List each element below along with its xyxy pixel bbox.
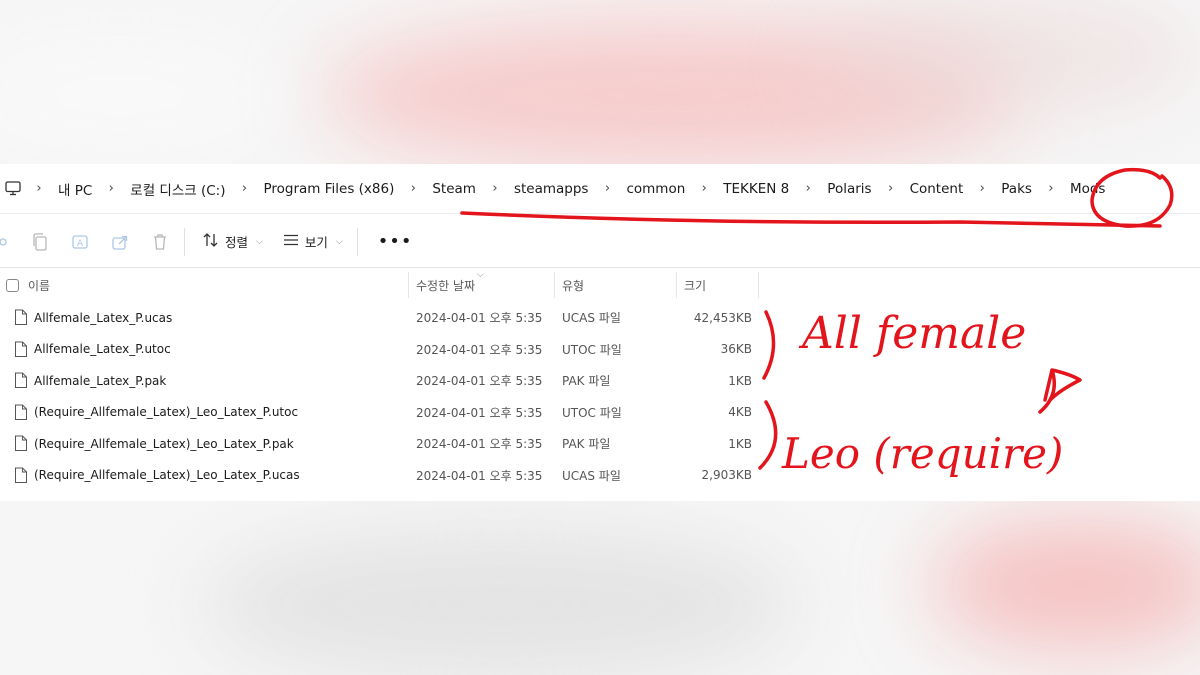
file-size: 1KB	[728, 436, 752, 451]
file-explorer-window: › 내 PC › 로컬 디스크 (C:) › Program Files (x8…	[0, 164, 1200, 501]
table-row[interactable]: Allfemale_Latex_P.pak 2024-04-01 오후 5:35…	[0, 365, 760, 397]
table-row[interactable]: Allfemale_Latex_P.ucas 2024-04-01 오후 5:3…	[0, 302, 760, 334]
chevron-right-icon: ›	[108, 181, 114, 196]
column-size[interactable]: 크기	[684, 268, 706, 302]
toolbar-divider	[184, 227, 185, 256]
copy-icon[interactable]	[20, 224, 60, 260]
file-icon	[15, 372, 27, 389]
breadcrumb-item-mods[interactable]: Mods	[1060, 181, 1116, 197]
more-options-button[interactable]: •••	[366, 226, 425, 258]
column-modified[interactable]: 수정한 날짜	[416, 268, 475, 302]
view-button[interactable]: 보기 ⌵	[273, 226, 353, 258]
sort-caret-icon: ⌵	[477, 270, 484, 280]
file-type: UCAS 파일	[562, 468, 621, 483]
chevron-right-icon: ›	[410, 181, 416, 196]
cut-icon[interactable]	[0, 224, 20, 260]
breadcrumb-item-tekken-8[interactable]: TEKKEN 8	[713, 181, 799, 197]
computer-icon[interactable]	[4, 180, 22, 198]
file-name: Allfemale_Latex_P.utoc	[34, 342, 171, 357]
chevron-right-icon: ›	[241, 181, 248, 196]
breadcrumb-item-program-files[interactable]: Program Files (x86)	[253, 181, 404, 197]
sort-label: 정렬	[225, 235, 249, 250]
chevron-down-icon: ⌵	[335, 236, 343, 247]
chevron-right-icon: ›	[979, 181, 985, 196]
file-modified: 2024-04-01 오후 5:35	[416, 311, 543, 326]
sort-button[interactable]: 정렬 ⌵	[193, 226, 273, 258]
file-modified: 2024-04-01 오후 5:35	[416, 342, 543, 357]
chevron-right-icon: ›	[492, 181, 498, 196]
file-name: (Require_Allfemale_Latex)_Leo_Latex_P.pa…	[34, 436, 294, 451]
table-row[interactable]: Allfemale_Latex_P.utoc 2024-04-01 오후 5:3…	[0, 334, 760, 366]
file-size: 4KB	[728, 405, 752, 420]
toolbar-divider	[356, 227, 358, 256]
svg-text:A: A	[77, 239, 84, 249]
view-label: 보기	[304, 235, 328, 250]
column-name[interactable]: 이름	[28, 268, 50, 302]
chevron-right-icon: ›	[887, 181, 894, 196]
breadcrumb-item-local-disk[interactable]: 로컬 디스크 (C:)	[120, 179, 235, 199]
table-row[interactable]: (Require_Allfemale_Latex)_Leo_Latex_P.uc…	[0, 460, 760, 492]
file-icon	[15, 404, 27, 420]
share-icon[interactable]	[100, 224, 140, 260]
file-modified: 2024-04-01 오후 5:35	[416, 468, 543, 483]
command-bar: A 정렬 ⌵ 보기 ⌵ •••	[0, 216, 1200, 268]
breadcrumb-item-steam[interactable]: Steam	[422, 181, 486, 197]
column-type[interactable]: 유형	[562, 268, 584, 302]
sort-icon	[203, 233, 219, 250]
file-name: Allfemale_Latex_P.pak	[34, 373, 167, 388]
chevron-right-icon: ›	[805, 181, 811, 196]
rename-icon[interactable]: A	[60, 224, 100, 260]
breadcrumb-item-content[interactable]: Content	[900, 181, 974, 197]
file-name: (Require_Allfemale_Latex)_Leo_Latex_P.uc…	[34, 468, 300, 483]
file-type: PAK 파일	[562, 437, 611, 452]
file-modified: 2024-04-01 오후 5:35	[416, 437, 543, 452]
file-icon	[15, 341, 27, 357]
breadcrumb-item-paks[interactable]: Paks	[991, 181, 1042, 197]
breadcrumb-item-this-pc[interactable]: 내 PC	[48, 179, 102, 199]
file-type: UTOC 파일	[562, 405, 622, 420]
breadcrumb[interactable]: › 내 PC › 로컬 디스크 (C:) › Program Files (x8…	[0, 164, 1200, 214]
select-all-checkbox[interactable]	[6, 268, 19, 302]
file-icon	[15, 467, 27, 483]
chevron-right-icon: ›	[36, 181, 42, 196]
chevron-right-icon: ›	[1048, 181, 1054, 196]
file-modified: 2024-04-01 오후 5:35	[416, 374, 543, 389]
breadcrumb-item-common[interactable]: common	[616, 181, 695, 197]
column-header: 이름 수정한 날짜 ⌵ 유형 크기	[0, 268, 760, 302]
list-view-icon	[283, 234, 299, 249]
file-size: 1KB	[728, 373, 752, 388]
file-name: (Require_Allfemale_Latex)_Leo_Latex_P.ut…	[34, 405, 299, 420]
table-row[interactable]: (Require_Allfemale_Latex)_Leo_Latex_P.ut…	[0, 397, 760, 429]
file-list: Allfemale_Latex_P.ucas 2024-04-01 오후 5:3…	[0, 302, 760, 491]
file-type: PAK 파일	[562, 374, 611, 389]
file-size: 2,903KB	[701, 468, 752, 483]
file-icon	[15, 309, 27, 326]
file-type: UCAS 파일	[562, 311, 621, 326]
file-type: UTOC 파일	[562, 342, 622, 357]
breadcrumb-item-steamapps[interactable]: steamapps	[504, 181, 599, 197]
chevron-right-icon: ›	[701, 181, 707, 196]
file-name: Allfemale_Latex_P.ucas	[34, 310, 173, 325]
chevron-right-icon: ›	[604, 181, 611, 196]
file-modified: 2024-04-01 오후 5:35	[416, 405, 543, 420]
file-icon	[15, 435, 27, 452]
file-size: 42,453KB	[693, 310, 752, 325]
table-row[interactable]: (Require_Allfemale_Latex)_Leo_Latex_P.pa…	[0, 428, 760, 460]
breadcrumb-item-polaris[interactable]: Polaris	[817, 181, 881, 197]
delete-icon[interactable]	[140, 224, 180, 260]
chevron-down-icon: ⌵	[256, 236, 263, 247]
file-size: 36KB	[720, 342, 752, 357]
